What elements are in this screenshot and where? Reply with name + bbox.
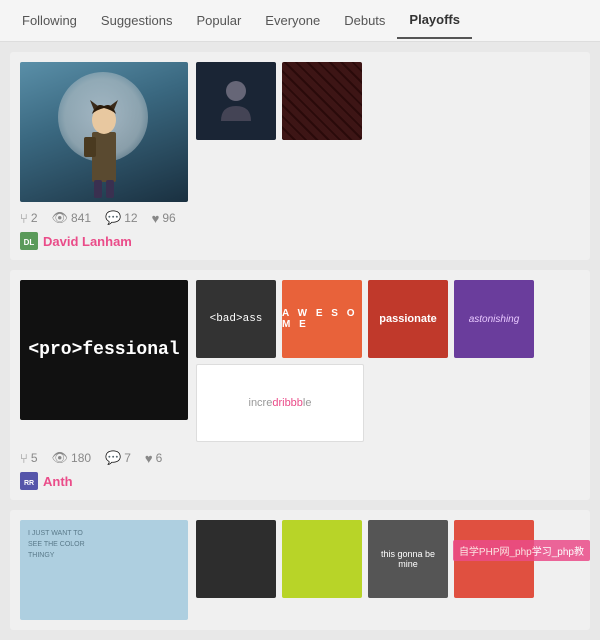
card-2-hearts: ♥ 6 bbox=[145, 451, 162, 466]
heart-icon-2: ♥ bbox=[145, 451, 153, 466]
card-1: ⑂ 2 👁 841 💬 12 ♥ 96 DL bbox=[10, 52, 590, 260]
astonishing-label: astonishing bbox=[469, 314, 520, 325]
card-3-thumb-this-gonna[interactable]: this gonna be mine bbox=[368, 520, 448, 598]
card-3-thumb-lime[interactable] bbox=[282, 520, 362, 598]
professional-text: <pro>fessional bbox=[28, 340, 179, 360]
card-2-side-row-2: incredribbble bbox=[196, 364, 580, 442]
card-3-main-thumb[interactable]: I JUST WANT TOSEE THE COLORTHINGY bbox=[20, 520, 188, 620]
navigation-bar: Following Suggestions Popular Everyone D… bbox=[0, 0, 600, 42]
nav-everyone[interactable]: Everyone bbox=[253, 3, 332, 38]
card-3-thumb-dark-gray[interactable] bbox=[196, 520, 276, 598]
comment-icon-2: 💬 bbox=[105, 450, 121, 466]
card-1-side-row-1 bbox=[196, 62, 580, 140]
nav-following[interactable]: Following bbox=[10, 3, 89, 38]
nav-popular[interactable]: Popular bbox=[184, 3, 253, 38]
card-1-author-avatar: DL bbox=[20, 232, 38, 250]
fork-icon: ⑂ bbox=[20, 211, 28, 226]
card-2-side-thumbs: <bad>ass A W E S O M E passionate astoni… bbox=[196, 280, 580, 442]
watermark: 自学PHP网_php学习_php教 bbox=[453, 540, 590, 561]
card-2-thumb-passionate[interactable]: passionate bbox=[368, 280, 448, 358]
card-2-content: <pro>fessional <bad>ass A W E S O M E pa… bbox=[20, 280, 580, 442]
card-1-views: 👁 841 bbox=[52, 210, 92, 226]
card-2-thumb-astonishing[interactable]: astonishing bbox=[454, 280, 534, 358]
svg-text:RR: RR bbox=[24, 480, 34, 487]
card-1-thumb-texture[interactable] bbox=[282, 62, 362, 140]
card-1-thumb-dark-person[interactable] bbox=[196, 62, 276, 140]
card-1-content bbox=[20, 62, 580, 202]
nav-playoffs[interactable]: Playoffs bbox=[397, 2, 472, 39]
card-2-meta: ⑂ 5 👁 180 💬 7 ♥ 6 bbox=[20, 450, 580, 466]
card-2-author-name: Anth bbox=[43, 474, 73, 489]
card-2-likes: ⑂ 5 bbox=[20, 451, 38, 466]
card-2: <pro>fessional <bad>ass A W E S O M E pa… bbox=[10, 270, 590, 500]
card-1-hearts: ♥ 96 bbox=[152, 211, 176, 226]
card-2-thumb-awesome[interactable]: A W E S O M E bbox=[282, 280, 362, 358]
card-2-author[interactable]: RR Anth bbox=[20, 472, 580, 490]
this-gonna-label: this gonna be mine bbox=[372, 549, 444, 569]
nav-suggestions[interactable]: Suggestions bbox=[89, 3, 185, 38]
card-1-side-thumbs bbox=[196, 62, 580, 140]
card-3-light-blue-text: I JUST WANT TOSEE THE COLORTHINGY bbox=[28, 528, 85, 562]
awesome-label: A W E S O M E bbox=[282, 308, 362, 330]
card-1-likes: ⑂ 2 bbox=[20, 211, 38, 226]
heart-icon: ♥ bbox=[152, 211, 160, 226]
nav-debuts[interactable]: Debuts bbox=[332, 3, 397, 38]
passionate-label: passionate bbox=[379, 313, 436, 325]
svg-text:DL: DL bbox=[24, 238, 35, 247]
card-2-views: 👁 180 bbox=[52, 450, 92, 466]
fork-icon-2: ⑂ bbox=[20, 451, 28, 466]
card-3-content: I JUST WANT TOSEE THE COLORTHINGY this g… bbox=[20, 520, 580, 620]
eye-icon-2: 👁 bbox=[52, 450, 69, 466]
card-1-main-thumb[interactable] bbox=[20, 62, 188, 202]
card-2-side-row-1: <bad>ass A W E S O M E passionate astoni… bbox=[196, 280, 580, 358]
badass-label: <bad>ass bbox=[210, 313, 263, 325]
card-2-main-thumb[interactable]: <pro>fessional bbox=[20, 280, 188, 420]
card-2-thumb-badass[interactable]: <bad>ass bbox=[196, 280, 276, 358]
eye-icon: 👁 bbox=[52, 210, 69, 226]
card-1-author-name: David Lanham bbox=[43, 234, 132, 249]
card-2-thumb-incredibble[interactable]: incredribbble bbox=[196, 364, 364, 442]
card-1-comments: 💬 12 bbox=[105, 210, 138, 226]
card-1-author[interactable]: DL David Lanham bbox=[20, 232, 580, 250]
card-1-meta: ⑂ 2 👁 841 💬 12 ♥ 96 bbox=[20, 210, 580, 226]
comment-icon: 💬 bbox=[105, 210, 121, 226]
incredibble-text: incredribbble bbox=[249, 397, 312, 409]
card-2-comments: 💬 7 bbox=[105, 450, 131, 466]
card-2-author-avatar: RR bbox=[20, 472, 38, 490]
card-3: I JUST WANT TOSEE THE COLORTHINGY this g… bbox=[10, 510, 590, 630]
